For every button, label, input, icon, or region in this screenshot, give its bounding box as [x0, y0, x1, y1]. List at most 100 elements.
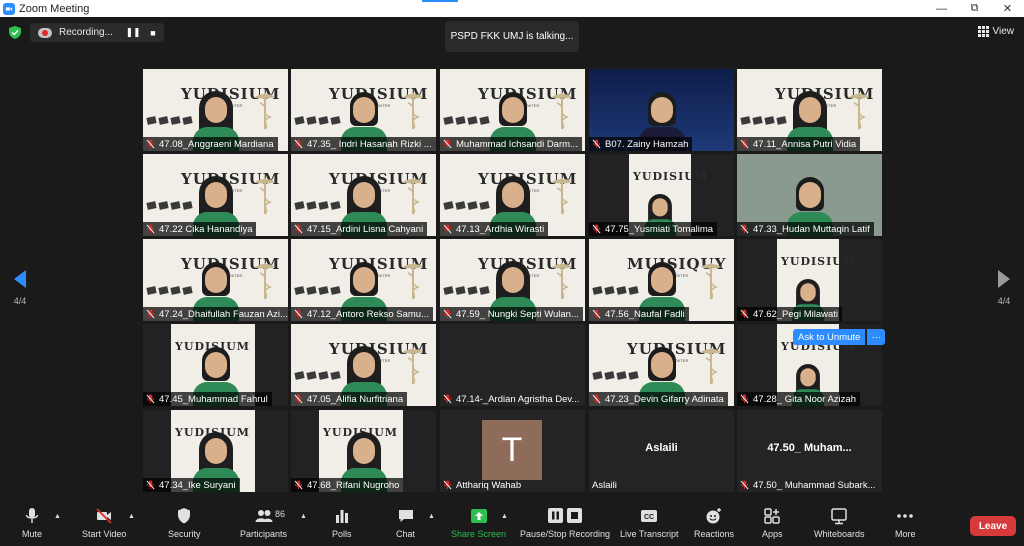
participant-tile[interactable]: MUISIQUYPROFESI DOKTER47.56_Naufal Fadli — [589, 239, 734, 321]
participant-tile[interactable]: T Atthariq Wahab — [440, 410, 585, 492]
svg-text:CC: CC — [644, 514, 654, 521]
graduation-caps-decoration — [443, 201, 490, 210]
security-shield-icon[interactable] — [9, 26, 21, 39]
reactions-label: Reactions — [694, 529, 735, 539]
caduceus-icon — [255, 93, 275, 130]
chat-button[interactable]: Chat — [396, 507, 415, 545]
caduceus-icon — [849, 93, 869, 130]
polls-button[interactable]: Polls — [332, 507, 352, 545]
apps-button[interactable]: Apps — [762, 507, 783, 545]
whiteboards-button[interactable]: Whiteboards — [814, 507, 865, 545]
mute-label: Mute — [22, 529, 43, 539]
participant-name-label: 47.59_ Nungki Septi Wulan... — [440, 307, 583, 321]
live-transcript-button[interactable]: CC Live Transcript — [620, 507, 679, 545]
participant-name-label: 47.56_Naufal Fadli — [589, 307, 689, 321]
restore-button[interactable]: ⧉ — [958, 0, 991, 17]
participants-label: Participants — [240, 529, 288, 539]
close-button[interactable]: ✕ — [991, 0, 1024, 17]
stop-recording-button[interactable]: ■ — [143, 28, 163, 38]
minimize-button[interactable]: — — [925, 0, 958, 17]
participant-tile[interactable]: YUDISIUMPROFESI DOKTER47.15_Ardini Lisna… — [291, 154, 436, 236]
participant-name-text: Muhammad Ichsandi Darm... — [456, 138, 578, 150]
participant-name-text: 47.75_Yusmiati Tomalima — [605, 223, 714, 235]
live-transcript-label: Live Transcript — [620, 529, 679, 539]
participant-tile[interactable]: YUDISIUMPROFESI DOKTER47.24_Dhaifullah F… — [143, 239, 288, 321]
participant-name-label: 47.14-_Ardian Agristha Dev... — [440, 392, 583, 406]
participant-tile[interactable]: YUDISIUM 47.75_Yusmiati Tomalima — [589, 154, 734, 236]
participant-tile[interactable]: YUDISIUMPROFESI DOKTER47.11_Annisa Putri… — [737, 69, 882, 151]
participant-name-text: 47.68_Rifani Nugroho — [307, 479, 400, 491]
view-button[interactable]: View — [977, 26, 1014, 37]
whiteboards-label: Whiteboards — [814, 529, 865, 539]
ask-to-unmute-group: Ask to Unmute ··· — [793, 329, 886, 345]
more-button[interactable]: More — [895, 507, 916, 545]
participant-name-label: Atthariq Wahab — [440, 478, 525, 492]
chat-icon — [398, 510, 413, 522]
pause-stop-recording-button[interactable]: Pause/Stop Recording — [520, 507, 610, 545]
participant-tile[interactable]: YUDISIUM47.34_Ike Suryani — [143, 410, 288, 492]
audio-options-caret[interactable]: ▲ — [54, 513, 61, 520]
participant-name-label: 47.34_Ike Suryani — [143, 478, 240, 492]
participant-name-label: Aslaili — [589, 478, 621, 492]
graduation-caps-decoration — [592, 371, 639, 380]
participant-tile[interactable]: YUDISIUMPROFESI DOKTER47.05_Alifia Nurfi… — [291, 324, 436, 406]
reactions-button[interactable]: Reactions — [694, 507, 734, 545]
security-button[interactable]: Security — [168, 507, 201, 545]
previous-page-button[interactable]: 4/4 — [13, 270, 27, 306]
arrow-left-icon — [14, 270, 26, 288]
participant-tile[interactable]: 47.33_Hudan Muttaqin Latif — [737, 154, 882, 236]
mute-button[interactable]: Mute — [22, 507, 42, 545]
participant-tile[interactable]: YUDISIUMPROFESI DOKTER47.59_ Nungki Sept… — [440, 239, 585, 321]
participant-tile[interactable]: YUDISIUM47.45_Muhammad Fahrul — [143, 324, 288, 406]
participant-tile[interactable]: YUDISIUMPROFESI DOKTER47.13_Ardhia Wiras… — [440, 154, 585, 236]
participant-name-label: 47.50_ Muhammad Subark... — [737, 478, 880, 492]
more-dots-icon — [897, 514, 914, 518]
participant-name-label: 47.75_Yusmiati Tomalima — [589, 222, 718, 236]
participant-tile[interactable]: YUDISIUMPROFESI DOKTER47.12_Antoro Rekso… — [291, 239, 436, 321]
graduation-caps-decoration — [146, 201, 193, 210]
participant-tile[interactable]: YUDISIUMPROFESI DOKTER47.23_Devin Gifarr… — [589, 324, 734, 406]
participant-tile[interactable]: YUDISIUM 47.62_Pegi Milawati — [737, 239, 882, 321]
participant-name-text: 47.05_Alifia Nurfitriana — [307, 393, 404, 405]
zoom-app-icon — [3, 2, 15, 15]
participant-tile[interactable]: YUDISIUMPROFESI DOKTER47.22 Cika Hanandi… — [143, 154, 288, 236]
pause-recording-button[interactable]: ❚❚ — [123, 27, 143, 38]
participant-tile[interactable]: YUDISIUMPROFESI DOKTER47.08_Anggraeni Ma… — [143, 69, 288, 151]
participant-tile[interactable]: YUDISIUM47.68_Rifani Nugroho — [291, 410, 436, 492]
participant-name-label: 47.08_Anggraeni Mardiana — [143, 137, 278, 151]
recording-control-label: Pause/Stop Recording — [520, 529, 611, 539]
participants-options-caret[interactable]: ▲ — [300, 513, 307, 520]
chat-options-caret[interactable]: ▲ — [428, 513, 435, 520]
participant-center-name: 47.50_ Muham... — [767, 442, 852, 454]
participants-icon — [255, 510, 273, 522]
share-options-caret[interactable]: ▲ — [501, 513, 508, 520]
participant-name-text: 47.23_Devin Gifarry Adinata — [605, 393, 724, 405]
caduceus-icon — [552, 178, 572, 215]
participant-avatar: T — [482, 420, 542, 480]
graduation-caps-decoration — [146, 116, 193, 125]
leave-button[interactable]: Leave — [970, 516, 1016, 536]
start-video-button[interactable]: Start Video — [82, 507, 126, 545]
ask-to-unmute-button[interactable]: Ask to Unmute — [793, 329, 866, 345]
backdrop-title: YUDISIUM — [781, 255, 856, 268]
video-options-caret[interactable]: ▲ — [128, 513, 135, 520]
participant-tile[interactable]: Aslaili Aslaili — [589, 410, 734, 492]
participant-tile[interactable]: B07. Zainy Hamzah — [589, 69, 734, 151]
participant-name-label: 47.13_Ardhia Wirasti — [440, 222, 549, 236]
participant-tile[interactable]: 47.50_ Muham... 47.50_ Muhammad Subark... — [737, 410, 882, 492]
active-speaker-banner: PSPD FKK UMJ is talking... — [445, 21, 579, 52]
backdrop-title: YUDISIUM — [633, 170, 708, 183]
participant-tile[interactable]: 47.14-_Ardian Agristha Dev... — [440, 324, 585, 406]
graduation-caps-decoration — [740, 116, 787, 125]
participant-center-name: Aslaili — [645, 442, 678, 454]
participant-name-label: 47.33_Hudan Muttaqin Latif — [737, 222, 874, 236]
participant-name-text: 47.15_Ardini Lisna Cahyani — [307, 223, 424, 235]
participant-tile[interactable]: YUDISIUMPROFESI DOKTER47.35_ Indri Hasan… — [291, 69, 436, 151]
next-page-button[interactable]: 4/4 — [997, 270, 1011, 306]
graduation-caps-decoration — [294, 201, 341, 210]
participant-name-text: Atthariq Wahab — [456, 479, 522, 491]
participant-more-button[interactable]: ··· — [867, 329, 886, 345]
participant-tile[interactable]: YUDISIUMPROFESI DOKTERMuhammad Ichsandi … — [440, 69, 585, 151]
share-screen-button[interactable]: Share Screen — [451, 507, 506, 545]
participant-name-text: 47.62_Pegi Milawati — [753, 308, 839, 320]
